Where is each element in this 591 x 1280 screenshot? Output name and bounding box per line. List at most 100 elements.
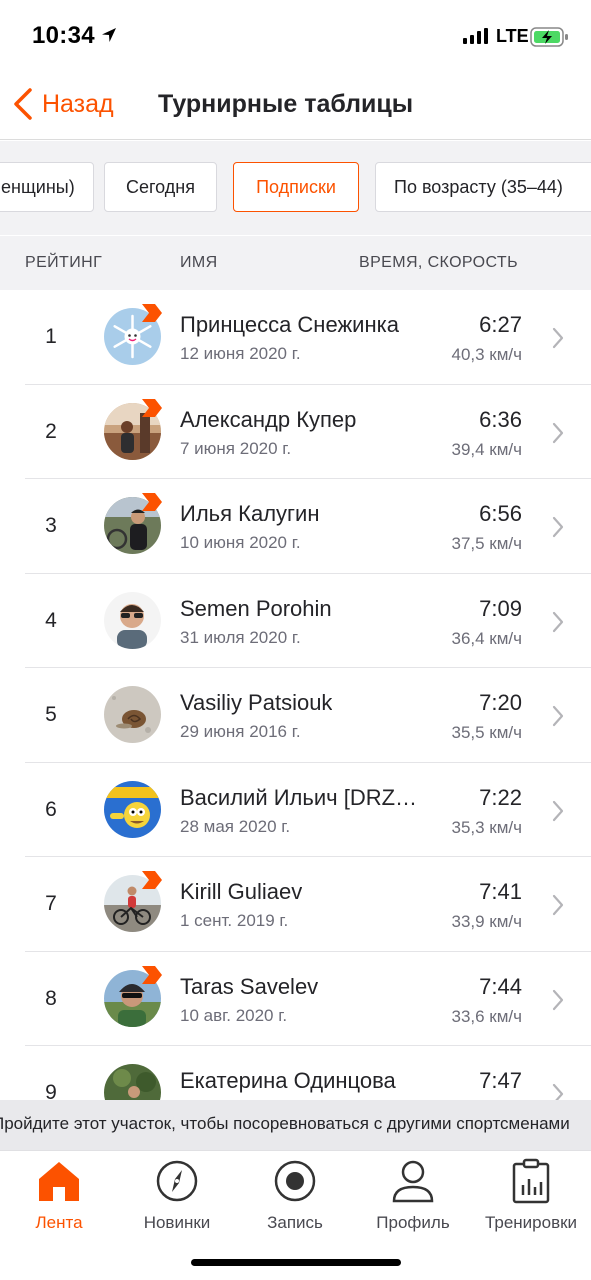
effort-time: 7:09 xyxy=(479,595,522,621)
tab-training[interactable]: Тренировки xyxy=(472,1157,590,1237)
training-log-icon xyxy=(512,1158,550,1204)
page-title: Турнирные таблицы xyxy=(158,90,414,118)
rank-number: 3 xyxy=(45,514,57,537)
athlete-name: Taras Savelev xyxy=(180,973,319,999)
filter-chip-women[interactable]: енщины) xyxy=(0,162,94,212)
photo-avatar xyxy=(104,1064,161,1100)
photo-avatar xyxy=(104,591,161,649)
filter-chip-age-35-44[interactable]: По возрасту (35–44) xyxy=(375,162,591,212)
athlete-name: Александр Купер xyxy=(180,406,357,432)
tab-feed[interactable]: Лента xyxy=(0,1157,118,1237)
leaderboard-row[interactable]: 6 Василий Ильич [DRZ… 28 мая 2020 г. 7:2… xyxy=(0,763,591,858)
tab-feed-label: Лента xyxy=(35,1213,83,1232)
effort-time: 7:20 xyxy=(479,690,522,715)
effort-date: 12 июня 2020 г. xyxy=(180,344,301,363)
athlete-name: Принцесса Снежинка xyxy=(180,312,399,337)
home-indicator[interactable] xyxy=(191,1259,401,1266)
status-time: 10:34 xyxy=(32,22,95,49)
leaderboard-row[interactable]: 2 Александр Купер 7 июня 2020 г. 6:36 39… xyxy=(0,385,591,480)
leaderboard-row[interactable]: 7 Kirill Guliaev 1 сент. 2019 г. 7:41 33… xyxy=(0,857,591,952)
effort-time: 6:56 xyxy=(479,501,522,526)
tab-explore[interactable]: Новинки xyxy=(118,1157,236,1237)
rank-number: 2 xyxy=(45,419,57,443)
tab-record[interactable]: Запись xyxy=(236,1157,354,1237)
athlete-name: Илья Калугин xyxy=(180,501,320,526)
tab-profile-label: Профиль xyxy=(376,1213,450,1232)
chevron-right-icon xyxy=(552,989,564,1010)
leaderboard-row[interactable]: 8 Taras Savelev 10 авг. 2020 г. 7:44 33,… xyxy=(0,952,591,1047)
effort-speed: 37,5 км/ч xyxy=(451,534,522,553)
status-bar: 10:34 LTE xyxy=(0,0,591,70)
home-icon xyxy=(39,1162,79,1201)
rank-number: 4 xyxy=(45,608,57,632)
chevron-right-icon xyxy=(552,516,564,538)
compass-icon xyxy=(156,1160,198,1202)
effort-date: 10 июня 2020 г. xyxy=(180,533,301,552)
compete-banner: Пройдите этот участок, чтобы посоревнова… xyxy=(0,1100,591,1150)
record-icon xyxy=(274,1160,316,1202)
effort-date: 28 мая 2020 г. xyxy=(180,816,291,836)
screen: 10:34 LTE Назад Турнирные таблицы енщины… xyxy=(0,0,591,1280)
rank-number: 9 xyxy=(45,1081,57,1100)
chevron-right-icon xyxy=(552,800,564,821)
compete-banner-text: Пройдите этот участок, чтобы посоревнова… xyxy=(0,1114,570,1133)
column-header-rank: РЕЙТИНГ xyxy=(25,254,103,271)
effort-speed: 35,5 км/ч xyxy=(451,723,522,742)
rank-number: 8 xyxy=(45,986,57,1010)
back-button[interactable]: Назад xyxy=(12,86,114,122)
leaderboard-list: 1 Принцесса Снежинка 12 июня 2020 г. 6:2… xyxy=(0,290,591,1100)
effort-date: 31 июля 2020 г. xyxy=(180,627,301,647)
athlete-name: Vasiliy Patsiouk xyxy=(180,690,333,715)
battery-charging-icon xyxy=(530,27,568,47)
subscriber-badge-icon xyxy=(142,493,162,511)
leaderboard-row[interactable]: 4 Semen Porohin 31 июля 2020 г. 7:09 36,… xyxy=(0,574,591,669)
chevron-right-icon xyxy=(552,327,564,349)
network-type: LTE xyxy=(496,26,529,46)
tab-profile[interactable]: Профиль xyxy=(354,1157,472,1237)
effort-time: 7:41 xyxy=(479,879,522,904)
leaderboard-row[interactable]: 3 Илья Калугин 10 июня 2020 г. 6:56 37,5… xyxy=(0,479,591,574)
athlete-name: Kirill Guliaev xyxy=(180,879,303,904)
snail-avatar xyxy=(104,686,161,743)
column-header-name: ИМЯ xyxy=(180,254,218,271)
leaderboard-row[interactable]: 9 Екатерина Одинцова 7:47 xyxy=(0,1046,591,1100)
tab-record-label: Запись xyxy=(267,1213,323,1232)
tab-training-label: Тренировки xyxy=(484,1213,578,1232)
effort-date: 1 сент. 2019 г. xyxy=(180,911,289,930)
athlete-name: Василий Ильич [DRZ… xyxy=(180,784,418,810)
chevron-right-icon xyxy=(552,894,564,916)
profile-icon xyxy=(392,1160,434,1203)
effort-date: 29 июня 2016 г. xyxy=(180,722,301,741)
rank-number: 7 xyxy=(45,892,57,915)
effort-speed: 39,4 км/ч xyxy=(451,439,522,459)
leaderboard-row[interactable]: 1 Принцесса Снежинка 12 июня 2020 г. 6:2… xyxy=(0,290,591,385)
effort-date: 7 июня 2020 г. xyxy=(180,438,292,458)
tab-explore-label: Новинки xyxy=(143,1213,211,1232)
effort-speed: 40,3 км/ч xyxy=(451,345,522,364)
effort-speed: 35,3 км/ч xyxy=(451,817,522,837)
rank-number: 6 xyxy=(45,797,57,821)
effort-speed: 36,4 км/ч xyxy=(451,628,522,648)
location-arrow-icon xyxy=(102,28,116,42)
filter-chip-today[interactable]: Сегодня xyxy=(104,162,217,212)
chevron-right-icon xyxy=(552,705,564,727)
navigation-bar: Назад Турнирные таблицы xyxy=(0,70,591,140)
subscriber-badge-icon xyxy=(142,304,162,322)
effort-time: 7:44 xyxy=(479,973,522,999)
leaderboard-row[interactable]: 5 Vasiliy Patsiouk 29 июня 2016 г. 7:20 … xyxy=(0,668,591,763)
subscriber-badge-icon xyxy=(142,398,162,417)
effort-time: 7:47 xyxy=(479,1068,522,1093)
filter-chip-following[interactable]: Подписки xyxy=(233,162,359,212)
rank-number: 1 xyxy=(45,325,57,348)
effort-time: 7:22 xyxy=(479,784,522,810)
effort-speed: 33,6 км/ч xyxy=(451,1006,522,1026)
cartoon-avatar xyxy=(104,780,161,838)
chevron-right-icon xyxy=(552,1083,564,1100)
leaderboard-header: РЕЙТИНГ ИМЯ ВРЕМЯ, СКОРОСТЬ xyxy=(0,236,591,290)
effort-date: 10 авг. 2020 г. xyxy=(180,1005,288,1025)
chevron-left-icon xyxy=(14,88,32,120)
chevron-right-icon xyxy=(552,422,564,443)
subscriber-badge-icon xyxy=(142,871,162,889)
leaderboard-filters: енщины) Сегодня Подписки По возрасту (35… xyxy=(0,141,591,235)
effort-time: 6:27 xyxy=(479,312,522,337)
